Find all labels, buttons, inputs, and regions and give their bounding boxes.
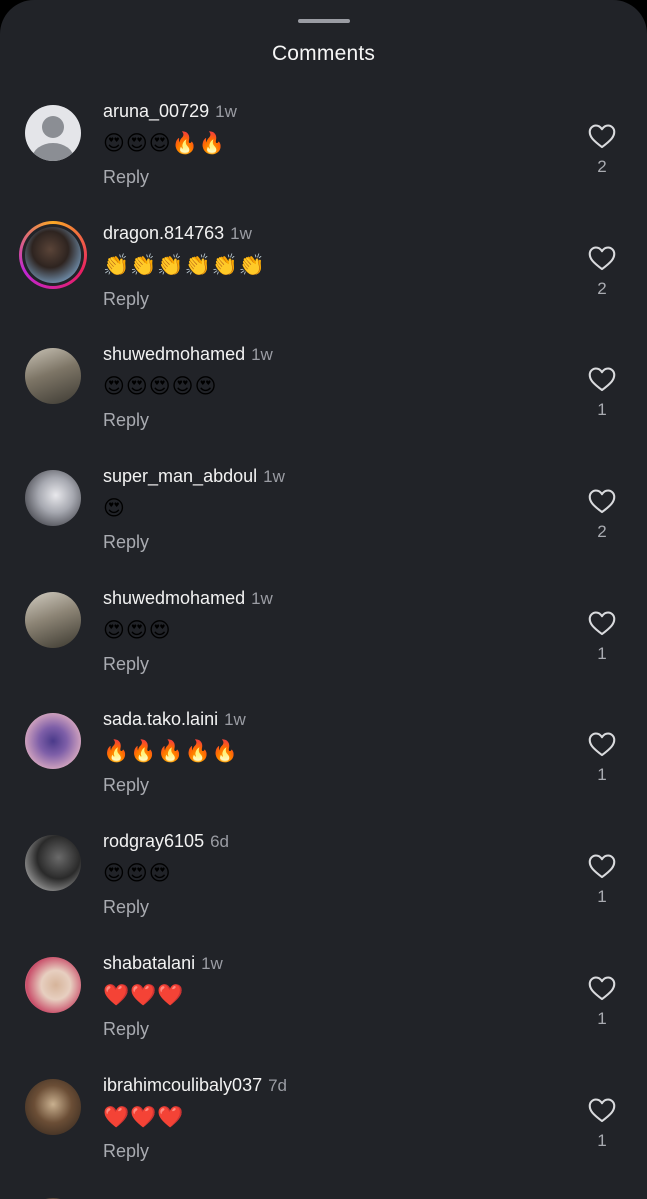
avatar[interactable]: [25, 470, 81, 527]
avatar[interactable]: [25, 835, 81, 892]
reply-button[interactable]: Reply: [103, 167, 149, 188]
comment-time: 1w: [224, 710, 246, 730]
like-count: 1: [597, 765, 607, 785]
comment-row: shuwedmohamed 1w 😍😍😍 Reply 1: [0, 580, 647, 702]
story-ring[interactable]: [19, 220, 87, 289]
comment-username[interactable]: aruna_00729 1w: [103, 101, 237, 122]
reply-button[interactable]: Reply: [103, 775, 149, 796]
comment-username[interactable]: sada.tako.laini 1w: [103, 709, 246, 730]
comment-text: 🔥🔥🔥🔥🔥: [103, 739, 239, 764]
comment-time: 1w: [201, 953, 223, 973]
reply-button[interactable]: Reply: [103, 410, 149, 431]
like-count: 1: [597, 1130, 607, 1150]
comment-row: rodgray6105 6d 😍😍😍 Reply 1: [0, 823, 647, 945]
comment-time: 7d: [268, 1075, 288, 1095]
comment-time: 1w: [251, 588, 273, 608]
comment-row: sada.tako.laini 1w 🔥🔥🔥🔥🔥 Reply 1: [0, 701, 647, 823]
avatar[interactable]: [25, 348, 81, 405]
avatar[interactable]: [25, 1078, 81, 1135]
reply-button[interactable]: Reply: [103, 654, 149, 675]
reply-button[interactable]: Reply: [103, 1141, 149, 1162]
comment-row: ibrahimcoulibaly037 7d ❤️❤️❤️ Reply 1: [0, 1067, 647, 1189]
heart-icon[interactable]: [588, 975, 616, 1001]
comment-username[interactable]: rodgray6105 6d: [103, 831, 229, 852]
reply-button[interactable]: Reply: [103, 1019, 149, 1040]
heart-icon[interactable]: [588, 123, 616, 149]
comment-text: ❤️❤️❤️: [103, 982, 185, 1007]
comment-text: 👏👏👏👏👏👏: [103, 252, 266, 277]
reply-button[interactable]: Reply: [103, 532, 149, 553]
like-count: 1: [597, 887, 607, 907]
comment-time: 1w: [251, 345, 273, 365]
reply-button[interactable]: Reply: [103, 897, 149, 918]
comment-username[interactable]: super_man_abdoul 1w: [103, 466, 285, 487]
comment-row-partial: [0, 1188, 647, 1199]
avatar: [25, 226, 81, 283]
like-count: 2: [597, 522, 607, 542]
comment-text: 😍😍😍🔥🔥: [103, 131, 226, 155]
comment-list: aruna_00729 1w 😍😍😍🔥🔥 Reply 2 dragon.81476…: [0, 93, 647, 1199]
like-count: 1: [597, 643, 607, 663]
like-count: 2: [597, 278, 607, 298]
heart-icon[interactable]: [588, 610, 616, 636]
heart-icon[interactable]: [588, 1097, 616, 1123]
comment-username[interactable]: shabatalani 1w: [103, 953, 223, 974]
comment-row: shabatalani 1w ❤️❤️❤️ Reply 1: [0, 945, 647, 1067]
comment-text: 😍😍😍: [103, 861, 172, 886]
comment-text: 😍😍😍😍😍: [103, 374, 218, 399]
drag-handle[interactable]: [298, 19, 350, 23]
like-count: 2: [597, 157, 607, 176]
avatar[interactable]: [25, 591, 81, 648]
comment-text: ❤️❤️❤️: [103, 1104, 185, 1129]
comment-row: super_man_abdoul 1w 😍 Reply 2: [0, 458, 647, 580]
default-user-icon: [32, 116, 74, 161]
like-count: 1: [597, 1008, 607, 1028]
comment-row: shuwedmohamed 1w 😍😍😍😍😍 Reply 1: [0, 336, 647, 458]
heart-icon[interactable]: [588, 366, 616, 392]
comment-text: 😍: [103, 496, 126, 521]
comment-time: 1w: [230, 223, 252, 243]
comments-sheet: Comments aruna_00729 1w 😍😍😍🔥🔥 Reply 2 dra…: [0, 0, 647, 1199]
comment-time: 1w: [215, 102, 237, 121]
heart-icon[interactable]: [588, 853, 616, 879]
comment-username[interactable]: shuwedmohamed 1w: [103, 344, 273, 365]
heart-icon[interactable]: [588, 488, 616, 514]
sheet-title: Comments: [271, 42, 376, 65]
comment-row: dragon.814763 1w 👏👏👏👏👏👏 Reply 2: [0, 215, 647, 337]
comment-text: 😍😍😍: [103, 617, 172, 642]
reply-button[interactable]: Reply: [103, 289, 149, 310]
comment-username[interactable]: ibrahimcoulibaly037 7d: [103, 1075, 287, 1096]
comment-time: 6d: [210, 832, 229, 852]
comment-time: 1w: [263, 467, 285, 487]
avatar[interactable]: [25, 713, 81, 770]
avatar[interactable]: [25, 105, 81, 161]
comment-row: aruna_00729 1w 😍😍😍🔥🔥 Reply 2: [0, 93, 647, 215]
heart-icon[interactable]: [588, 731, 616, 757]
like-count: 1: [597, 400, 607, 420]
comment-username[interactable]: dragon.814763 1w: [103, 223, 252, 244]
avatar[interactable]: [25, 956, 81, 1013]
heart-icon[interactable]: [588, 245, 616, 271]
comment-username[interactable]: shuwedmohamed 1w: [103, 588, 273, 609]
